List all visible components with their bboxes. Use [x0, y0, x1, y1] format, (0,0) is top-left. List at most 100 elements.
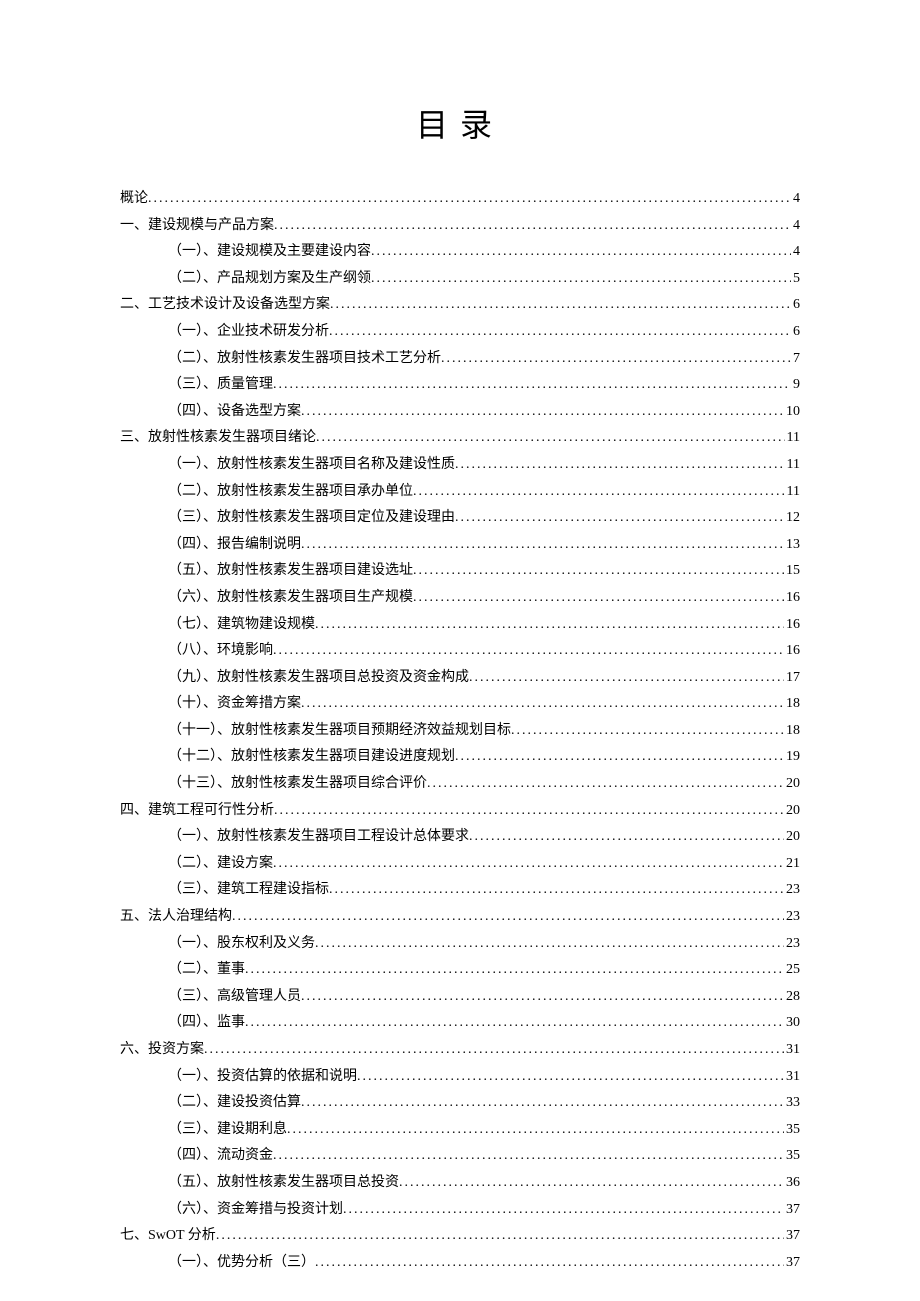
toc-leader-dots	[427, 771, 784, 798]
toc-entry[interactable]: （三）、质量管理9	[120, 372, 800, 399]
toc-leader-dots	[357, 1064, 784, 1091]
toc-entry-label: （一）、优势分析（三）	[168, 1250, 315, 1277]
toc-entry-label: 概论	[120, 186, 148, 213]
toc-entry-page: 6	[791, 319, 800, 346]
toc-entry[interactable]: （一）、放射性核素发生器项目工程设计总体要求 20	[120, 824, 800, 851]
toc-entry[interactable]: （二）、产品规划方案及生产纲领5	[120, 266, 800, 293]
toc-entry-label: （二）、建设投资估算	[168, 1090, 301, 1117]
toc-leader-dots	[148, 186, 791, 213]
toc-entry-label: （三）、质量管理	[168, 372, 273, 399]
toc-entry-label: （六）、资金筹措与投资计划	[168, 1197, 343, 1224]
toc-entry-page: 31	[784, 1064, 800, 1091]
toc-entry[interactable]: 二、工艺技术设计及设备选型方案6	[120, 292, 800, 319]
toc-leader-dots	[371, 266, 791, 293]
toc-entry[interactable]: （一）、优势分析（三） 37	[120, 1250, 800, 1277]
toc-leader-dots	[469, 824, 784, 851]
toc-entry[interactable]: （六）、放射性核素发生器项目生产规模16	[120, 585, 800, 612]
toc-leader-dots	[301, 984, 784, 1011]
toc-entry-label: （一）、放射性核素发生器项目工程设计总体要求	[168, 824, 469, 851]
toc-entry[interactable]: （一）、企业技术研发分析6	[120, 319, 800, 346]
toc-entry-label: （三）、放射性核素发生器项目定位及建设理由	[168, 505, 455, 532]
toc-entry[interactable]: （二）、建设投资估算33	[120, 1090, 800, 1117]
toc-leader-dots	[273, 638, 784, 665]
toc-leader-dots	[301, 691, 784, 718]
toc-leader-dots	[274, 213, 791, 240]
toc-leader-dots	[232, 904, 784, 931]
toc-leader-dots	[273, 1143, 784, 1170]
toc-leader-dots	[413, 558, 784, 585]
toc-entry[interactable]: 四、建筑工程可行性分析20	[120, 798, 800, 825]
toc-entry[interactable]: （三）、放射性核素发生器项目定位及建设理由 12	[120, 505, 800, 532]
toc-entry-page: 23	[784, 877, 800, 904]
toc-entry[interactable]: 六、投资方案31	[120, 1037, 800, 1064]
toc-entry-label: （四）、流动资金	[168, 1143, 273, 1170]
toc-entry[interactable]: （二）、放射性核素发生器项目承办单位11	[120, 479, 800, 506]
toc-entry-page: 7	[791, 346, 800, 373]
toc-entry[interactable]: （七）、建筑物建设规模16	[120, 612, 800, 639]
toc-entry-label: （十三）、放射性核素发生器项目综合评价	[168, 771, 427, 798]
toc-entry[interactable]: （四）、报告编制说明13	[120, 532, 800, 559]
toc-entry[interactable]: 概论4	[120, 186, 800, 213]
toc-entry[interactable]: （九）、放射性核素发生器项目总投资及资金构成17	[120, 665, 800, 692]
toc-entry[interactable]: （一）、建设规模及主要建设内容4	[120, 239, 800, 266]
toc-entry[interactable]: 七、SwOT 分析37	[120, 1223, 800, 1250]
toc-leader-dots	[399, 1170, 784, 1197]
toc-entry-page: 20	[784, 771, 800, 798]
toc-leader-dots	[455, 505, 784, 532]
toc-entry[interactable]: （四）、流动资金35	[120, 1143, 800, 1170]
toc-entry[interactable]: 五、法人治理结构23	[120, 904, 800, 931]
toc-leader-dots	[245, 957, 784, 984]
toc-entry[interactable]: 一、建设规模与产品方案4	[120, 213, 800, 240]
toc-entry-label: （一）、投资估算的依据和说明	[168, 1064, 357, 1091]
toc-entry[interactable]: （十三）、放射性核素发生器项目综合评价 20	[120, 771, 800, 798]
toc-entry-page: 23	[784, 931, 800, 958]
toc-entry[interactable]: （二）、董事25	[120, 957, 800, 984]
toc-entry[interactable]: （十一）、放射性核素发生器项目预期经济效益规划目标18	[120, 718, 800, 745]
toc-leader-dots	[316, 425, 785, 452]
toc-entry[interactable]: （二）、放射性核素发生器项目技术工艺分析7	[120, 346, 800, 373]
toc-entry-page: 11	[785, 479, 800, 506]
toc-entry[interactable]: （一）、股东权利及义务23	[120, 931, 800, 958]
toc-entry[interactable]: （十）、资金筹措方案18	[120, 691, 800, 718]
toc-entry-label: （十一）、放射性核素发生器项目预期经济效益规划目标	[168, 718, 511, 745]
toc-entry[interactable]: （五）、放射性核素发生器项目总投资36	[120, 1170, 800, 1197]
toc-entry-page: 30	[784, 1010, 800, 1037]
toc-entry[interactable]: （八）、环境影响 16	[120, 638, 800, 665]
toc-entry[interactable]: （一）、投资估算的依据和说明 31	[120, 1064, 800, 1091]
toc-leader-dots	[413, 585, 784, 612]
toc-leader-dots	[273, 372, 791, 399]
toc-entry[interactable]: （三）、建设期利息35	[120, 1117, 800, 1144]
toc-entry-page: 19	[784, 744, 800, 771]
toc-entry-label: （三）、建筑工程建设指标	[168, 877, 329, 904]
toc-leader-dots	[315, 612, 784, 639]
toc-entry[interactable]: （四）、设备选型方案10	[120, 399, 800, 426]
toc-entry[interactable]: （三）、高级管理人员28	[120, 984, 800, 1011]
toc-entry[interactable]: （三）、建筑工程建设指标 23	[120, 877, 800, 904]
toc-entry-page: 35	[784, 1117, 800, 1144]
toc-entry-label: （二）、建设方案	[168, 851, 273, 878]
toc-entry[interactable]: （六）、资金筹措与投资计划 37	[120, 1197, 800, 1224]
toc-entry-page: 12	[784, 505, 800, 532]
toc-entry-label: 六、投资方案	[120, 1037, 204, 1064]
toc-entry[interactable]: （十二）、放射性核素发生器项目建设进度规划19	[120, 744, 800, 771]
toc-leader-dots	[329, 319, 791, 346]
toc-entry-page: 18	[784, 691, 800, 718]
toc-entry[interactable]: 三、放射性核素发生器项目绪论11	[120, 425, 800, 452]
toc-leader-dots	[343, 1197, 784, 1224]
toc-entry-label: （八）、环境影响	[168, 638, 273, 665]
toc-entry-page: 20	[784, 824, 800, 851]
toc-entry[interactable]: （四）、监事30	[120, 1010, 800, 1037]
toc-entry[interactable]: （一）、放射性核素发生器项目名称及建设性质11	[120, 452, 800, 479]
toc-leader-dots	[315, 931, 784, 958]
toc-entry-label: 二、工艺技术设计及设备选型方案	[120, 292, 330, 319]
toc-entry-label: （五）、放射性核素发生器项目总投资	[168, 1170, 399, 1197]
toc-entry-page: 16	[784, 638, 800, 665]
toc-entry-label: 七、SwOT 分析	[120, 1223, 216, 1250]
toc-entry[interactable]: （五）、放射性核素发生器项目建设选址15	[120, 558, 800, 585]
toc-entry-page: 37	[784, 1250, 800, 1277]
toc-entry-label: （二）、产品规划方案及生产纲领	[168, 266, 371, 293]
toc-leader-dots	[441, 346, 791, 373]
toc-entry-page: 37	[784, 1197, 800, 1224]
toc-entry[interactable]: （二）、建设方案21	[120, 851, 800, 878]
toc-entry-label: （六）、放射性核素发生器项目生产规模	[168, 585, 413, 612]
